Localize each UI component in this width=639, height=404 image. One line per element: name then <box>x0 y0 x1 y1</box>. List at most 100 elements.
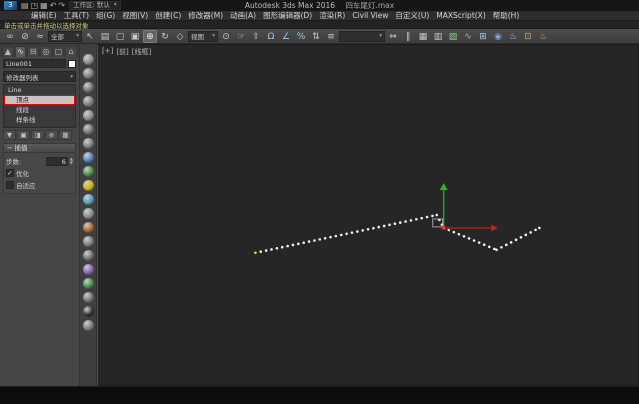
tab-modify[interactable]: ∿ <box>14 46 27 57</box>
render-setup-icon[interactable]: ♨ <box>506 30 520 43</box>
bind-to-space-warp-icon[interactable]: ≈ <box>33 30 47 43</box>
rollout-header[interactable]: − 插值 <box>3 143 76 153</box>
select-and-link-icon[interactable]: ∞ <box>3 30 17 43</box>
spinner-arrows[interactable]: ▲ ▼ <box>70 157 73 165</box>
vertical-tool-icon[interactable] <box>82 180 94 191</box>
viewport-front[interactable]: [+] [前] [线框] <box>97 44 639 386</box>
use-pivot-point-center-icon[interactable]: ⊙ <box>219 30 233 43</box>
menu-civil-view[interactable]: Civil View <box>349 11 391 20</box>
angle-snap-toggle-icon[interactable]: ∠ <box>279 30 293 43</box>
selected-vertex <box>441 225 446 230</box>
tab-create[interactable]: ▲ <box>2 46 14 57</box>
toggle-layer-explorer-icon[interactable]: ▥ <box>431 30 445 43</box>
checkbox[interactable]: ✓ <box>6 169 14 177</box>
menu-graph-editors[interactable]: 图形编辑器(D) <box>260 10 315 21</box>
tab-utilities[interactable]: ⌂ <box>65 46 78 57</box>
edit-named-selection-sets-icon[interactable]: ≡ <box>324 30 338 43</box>
vertical-tool-icon[interactable] <box>82 306 94 317</box>
vertical-tool-icon[interactable] <box>82 96 94 107</box>
stack-row[interactable]: Line <box>4 85 75 95</box>
menu-modifiers[interactable]: 修改器(M) <box>185 10 226 21</box>
modifier-list-dropdown[interactable]: 修改器列表 ▾ <box>3 71 76 82</box>
vertical-tool-icon[interactable] <box>82 138 94 149</box>
keyboard-shortcut-override-icon[interactable]: ⇧ <box>249 30 263 43</box>
remove-modifier-button[interactable]: ⊗ <box>45 130 58 140</box>
vertical-tool-icon[interactable] <box>82 124 94 135</box>
select-and-manipulate-icon[interactable]: ☞ <box>234 30 248 43</box>
select-by-name-icon[interactable]: ▤ <box>98 30 112 43</box>
checkbox[interactable] <box>6 181 14 189</box>
save-file-icon[interactable]: ▦ <box>39 1 49 11</box>
vertical-tool-icon[interactable] <box>82 264 94 275</box>
spinner-snap-toggle-icon[interactable]: ⇅ <box>309 30 323 43</box>
menu-create[interactable]: 创建(C) <box>152 10 184 21</box>
window-crossing-toggle-icon[interactable]: ▣ <box>128 30 142 43</box>
vertical-tool-icon[interactable] <box>82 82 94 93</box>
vertical-tool-icon[interactable] <box>82 320 94 331</box>
unlink-selection-icon[interactable]: ⊘ <box>18 30 32 43</box>
vertical-tool-icon[interactable] <box>82 166 94 177</box>
selection-filter-dropdown[interactable]: 全部 ▾ <box>48 30 82 42</box>
app-logo-icon[interactable]: 3 <box>4 1 17 10</box>
make-unique-button[interactable]: ◨ <box>31 130 44 140</box>
viewport-menu-shading[interactable]: [线框] <box>132 47 151 57</box>
select-object-icon[interactable]: ↖ <box>83 30 97 43</box>
snap-toggle-3d-icon[interactable]: Ω <box>264 30 278 43</box>
select-and-move-icon[interactable]: ⊕ <box>143 29 157 43</box>
open-file-icon[interactable]: ◳ <box>30 1 40 11</box>
stack-row[interactable]: 顶点 <box>4 95 75 105</box>
spinner-field[interactable]: 6 <box>45 156 68 166</box>
render-production-icon[interactable]: ♨ <box>536 30 550 43</box>
rendered-frame-window-icon[interactable]: ⊡ <box>521 30 535 43</box>
menu-group[interactable]: 组(G) <box>93 10 118 21</box>
configure-modifier-sets-button[interactable]: ▦ <box>59 130 72 140</box>
schematic-view-icon[interactable]: ⊞ <box>476 30 490 43</box>
spline-vertex-dot <box>529 231 532 234</box>
vertical-tool-icon[interactable] <box>82 250 94 261</box>
object-color-swatch[interactable] <box>68 59 76 68</box>
reference-coordinate-system[interactable]: 视图 ▾ <box>188 30 218 42</box>
tab-hierarchy[interactable]: ⊟ <box>27 46 40 57</box>
toggle-scene-explorer-icon[interactable]: ▦ <box>416 30 430 43</box>
vertical-tool-icon[interactable] <box>82 110 94 121</box>
named-selection-sets[interactable]: ▾ <box>339 30 385 42</box>
curve-editor-icon[interactable]: ∿ <box>461 30 475 43</box>
vertical-tool-icon[interactable] <box>82 278 94 289</box>
toggle-ribbon-icon[interactable]: ▨ <box>446 30 460 43</box>
vertical-tool-icon[interactable] <box>82 54 94 65</box>
pin-stack-button[interactable]: ▼ <box>3 130 16 140</box>
vertical-tool-icon[interactable] <box>82 152 94 163</box>
stack-row[interactable]: 线段 <box>4 105 75 115</box>
viewport-menu-pov[interactable]: [前] <box>116 47 128 57</box>
viewport-menu-general[interactable]: [+] <box>102 47 113 57</box>
stack-row[interactable]: 样条线 <box>4 115 75 125</box>
mirror-icon[interactable]: ⇔ <box>386 30 400 43</box>
vertical-tool-icon[interactable] <box>82 208 94 219</box>
spline-vertex-dot <box>270 248 273 251</box>
vertical-tool-icon[interactable] <box>82 222 94 233</box>
tab-display[interactable]: ▢ <box>52 46 65 57</box>
undo-icon[interactable]: ↶ <box>49 1 58 11</box>
menu-rendering[interactable]: 渲染(R) <box>316 10 348 21</box>
rectangular-selection-region-icon[interactable]: ▢ <box>113 30 127 43</box>
vertical-tool-icon[interactable] <box>82 236 94 247</box>
align-icon[interactable]: ∥ <box>401 30 415 43</box>
percent-snap-toggle-icon[interactable]: % <box>294 30 308 43</box>
redo-icon[interactable]: ↷ <box>57 1 66 11</box>
material-editor-icon[interactable]: ◉ <box>491 30 505 43</box>
vertical-tool-icon[interactable] <box>82 68 94 79</box>
menu-maxscript[interactable]: MAXScript(X) <box>433 11 488 20</box>
tab-motion[interactable]: ◎ <box>40 46 52 57</box>
show-end-result-button[interactable]: ▣ <box>17 130 30 140</box>
new-scene-icon[interactable]: ▤ <box>20 1 30 11</box>
menu-help[interactable]: 帮助(H) <box>490 10 523 21</box>
select-and-rotate-icon[interactable]: ↻ <box>158 30 172 43</box>
vertical-tool-icon[interactable] <box>82 194 94 205</box>
object-name-field[interactable]: Line001 <box>3 59 66 68</box>
select-and-uniform-scale-icon[interactable]: ◇ <box>173 30 187 43</box>
menu-customize[interactable]: 自定义(U) <box>392 10 432 21</box>
menu-views[interactable]: 视图(V) <box>119 10 151 21</box>
workspace-dropdown[interactable]: 工作区: 默认 ▾ <box>69 1 121 10</box>
vertical-tool-icon[interactable] <box>82 292 94 303</box>
menu-animation[interactable]: 动画(A) <box>227 10 259 21</box>
